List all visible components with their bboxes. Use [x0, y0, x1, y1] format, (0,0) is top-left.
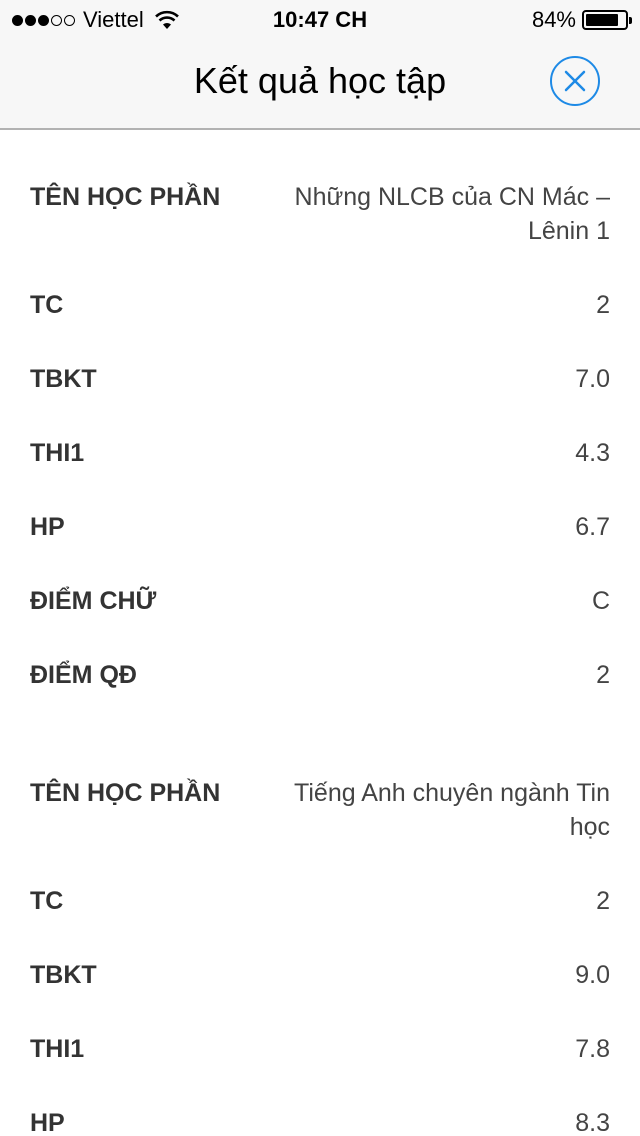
hp-row: HP 6.7 [30, 510, 610, 544]
row-label: ĐIỂM CHỮ [30, 587, 157, 615]
page-title: Kết quả học tập [193, 60, 447, 101]
tbkt-row: TBKT 7.0 [30, 362, 610, 396]
row-label: HP [30, 1109, 65, 1136]
credits-row: TC 2 [30, 288, 610, 322]
row-label: THI1 [30, 1035, 85, 1063]
course-record: TÊN HỌC PHẦN Những NLCB của CN Mác – Lên… [0, 130, 640, 692]
navigation-bar: Kết quả học tập [0, 40, 640, 130]
status-right: 84% [531, 7, 632, 33]
row-label: TÊN HỌC PHẦN [30, 779, 221, 807]
close-icon [564, 70, 586, 92]
close-button[interactable] [550, 56, 600, 106]
status-bar: Viettel 10:47 CH 84% [0, 0, 640, 40]
row-value: 2 [596, 291, 610, 319]
row-value: 2 [596, 661, 610, 689]
converted-grade-row: ĐIỂM QĐ 2 [30, 658, 610, 692]
row-value: 7.0 [575, 365, 610, 393]
battery-icon [582, 10, 632, 30]
row-label: TÊN HỌC PHẦN [30, 183, 221, 211]
battery-percent: 84% [531, 7, 576, 32]
row-value: 6.7 [575, 513, 610, 541]
row-label: TC [30, 291, 64, 319]
credits-row: TC 2 [30, 884, 610, 918]
course-record: TÊN HỌC PHẦN Tiếng Anh chuyên ngành Tin … [0, 732, 640, 1136]
row-value: 4.3 [575, 439, 610, 467]
battery-nub [629, 17, 632, 24]
row-value: 2 [596, 887, 610, 915]
row-label: TC [30, 887, 64, 915]
row-value: 7.8 [575, 1035, 610, 1063]
row-label: HP [30, 513, 65, 541]
thi1-row: THI1 7.8 [30, 1032, 610, 1066]
row-value: 9.0 [575, 961, 610, 989]
results-list[interactable]: TÊN HỌC PHẦN Những NLCB của CN Mác – Lên… [0, 130, 640, 1136]
battery-fill [586, 14, 618, 26]
course-name-row: TÊN HỌC PHẦN Tiếng Anh chuyên ngành Tin … [30, 776, 610, 844]
row-label: ĐIỂM QĐ [30, 661, 137, 689]
course-name-row: TÊN HỌC PHẦN Những NLCB của CN Mác – Lên… [30, 180, 610, 248]
hp-row: HP 8.3 [30, 1106, 610, 1136]
letter-grade-row: ĐIỂM CHỮ C [30, 584, 610, 618]
row-label: TBKT [30, 365, 97, 393]
row-label: THI1 [30, 439, 85, 467]
row-value: C [591, 587, 610, 615]
row-value: 8.3 [575, 1109, 610, 1136]
thi1-row: THI1 4.3 [30, 436, 610, 470]
row-value: Những NLCB của CN Mác – Lênin 1 [294, 183, 610, 245]
tbkt-row: TBKT 9.0 [30, 958, 610, 992]
row-label: TBKT [30, 961, 97, 989]
row-value: Tiếng Anh chuyên ngành Tin học [294, 779, 610, 841]
